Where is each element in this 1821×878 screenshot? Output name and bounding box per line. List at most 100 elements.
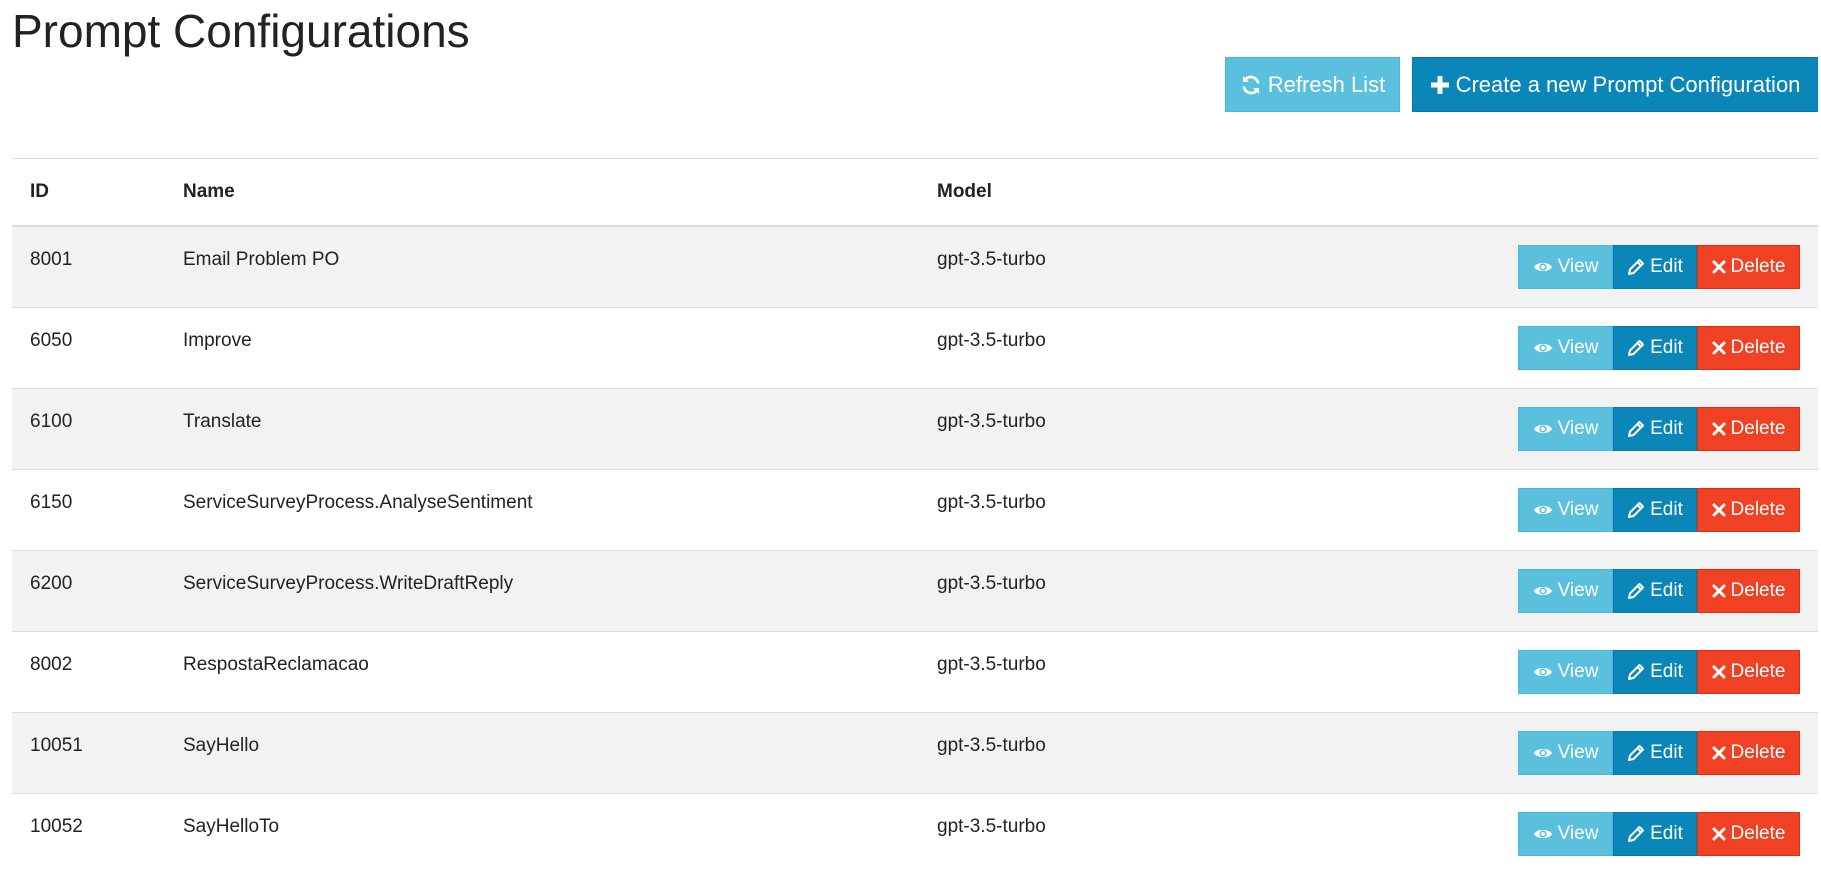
create-prompt-configuration-label: Create a new Prompt Configuration [1455, 71, 1801, 97]
cell-id: 6150 [12, 468, 183, 550]
toolbar: Refresh List Create a new Prompt Configu… [1225, 57, 1818, 112]
refresh-icon [1240, 74, 1262, 96]
eye-icon [1533, 584, 1553, 598]
cell-actions: View Edit Delete [1437, 792, 1818, 874]
pencil-icon [1627, 825, 1645, 843]
close-icon [1712, 665, 1726, 679]
edit-button[interactable]: Edit [1613, 649, 1697, 694]
pencil-icon [1627, 339, 1645, 357]
table-row: 10051 SayHello gpt-3.5-turbo View Edit D… [12, 711, 1818, 793]
edit-button[interactable]: Edit [1613, 811, 1697, 856]
delete-label: Delete [1730, 256, 1786, 277]
row-actions: View Edit Delete [1518, 245, 1800, 289]
view-label: View [1557, 336, 1599, 358]
cell-name: SayHelloTo [183, 792, 937, 874]
pencil-icon [1627, 420, 1645, 438]
edit-button[interactable]: Edit [1613, 325, 1697, 370]
edit-label: Edit [1650, 579, 1683, 601]
edit-label: Edit [1650, 417, 1683, 439]
delete-label: Delete [1730, 741, 1786, 763]
column-header-actions [1437, 158, 1818, 227]
edit-button[interactable]: Edit [1613, 730, 1697, 775]
eye-icon [1533, 341, 1553, 355]
row-actions: View Edit Delete [1518, 568, 1800, 613]
delete-button[interactable]: Delete [1697, 568, 1800, 613]
edit-button[interactable]: Edit [1613, 487, 1697, 532]
close-icon [1712, 503, 1726, 517]
pencil-icon [1627, 663, 1645, 681]
eye-icon [1533, 827, 1553, 841]
cell-model: gpt-3.5-turbo [937, 630, 1437, 712]
cell-id: 6050 [12, 306, 183, 388]
edit-label: Edit [1650, 498, 1683, 520]
cell-id: 8001 [12, 225, 183, 307]
edit-label: Edit [1650, 336, 1683, 358]
cell-model: gpt-3.5-turbo [937, 711, 1437, 793]
edit-button[interactable]: Edit [1613, 406, 1697, 451]
view-label: View [1557, 417, 1599, 439]
row-actions: View Edit Delete [1518, 406, 1800, 451]
view-button[interactable]: View [1518, 487, 1613, 532]
view-button[interactable]: View [1518, 811, 1613, 856]
delete-label: Delete [1730, 336, 1786, 358]
edit-label: Edit [1650, 256, 1683, 277]
delete-label: Delete [1730, 822, 1786, 844]
eye-icon [1533, 260, 1553, 274]
delete-button[interactable]: Delete [1697, 487, 1800, 532]
table-row: 10052 SayHelloTo gpt-3.5-turbo View Edit… [12, 792, 1818, 874]
cell-name: ServiceSurveyProcess.AnalyseSentiment [183, 468, 937, 550]
pencil-icon [1627, 258, 1645, 276]
close-icon [1712, 827, 1726, 841]
plus-icon [1430, 75, 1450, 95]
view-button[interactable]: View [1518, 649, 1613, 694]
eye-icon [1533, 503, 1553, 517]
cell-id: 8002 [12, 630, 183, 712]
delete-label: Delete [1730, 579, 1786, 601]
table-row: 6200 ServiceSurveyProcess.WriteDraftRepl… [12, 549, 1818, 631]
table-row: 6150 ServiceSurveyProcess.AnalyseSentime… [12, 468, 1818, 550]
delete-label: Delete [1730, 498, 1786, 520]
cell-name: Improve [183, 306, 937, 388]
cell-name: SayHello [183, 711, 937, 793]
delete-button[interactable]: Delete [1697, 649, 1800, 694]
cell-id: 6100 [12, 387, 183, 469]
view-button[interactable]: View [1518, 568, 1613, 613]
table-row: 8001 Email Problem PO gpt-3.5-turbo View [12, 225, 1818, 307]
cell-actions: View Edit Delete [1437, 387, 1818, 469]
create-prompt-configuration-button[interactable]: Create a new Prompt Configuration [1412, 57, 1818, 112]
cell-actions: View Edit Delete [1437, 468, 1818, 550]
table-row: 8002 RespostaReclamacao gpt-3.5-turbo Vi… [12, 630, 1818, 712]
view-label: View [1557, 498, 1599, 520]
close-icon [1712, 341, 1726, 355]
column-header-id: ID [12, 158, 183, 227]
prompt-configurations-table: ID Name Model 8001 Email Problem PO gpt-… [12, 158, 1818, 874]
view-label: View [1557, 741, 1599, 763]
delete-button[interactable]: Delete [1697, 406, 1800, 451]
cell-actions: View Edit Delete [1437, 225, 1818, 307]
delete-button[interactable]: Delete [1697, 325, 1800, 370]
close-icon [1712, 584, 1726, 598]
edit-label: Edit [1650, 741, 1683, 763]
view-button[interactable]: View [1518, 325, 1613, 370]
table-row: 6100 Translate gpt-3.5-turbo View Edit D… [12, 387, 1818, 469]
edit-button[interactable]: Edit [1613, 245, 1697, 289]
delete-button[interactable]: Delete [1697, 730, 1800, 775]
view-label: View [1557, 579, 1599, 601]
refresh-list-button[interactable]: Refresh List [1225, 57, 1400, 112]
view-button[interactable]: View [1518, 730, 1613, 775]
cell-name: Translate [183, 387, 937, 469]
table-row: 6050 Improve gpt-3.5-turbo View Edit Del… [12, 306, 1818, 388]
row-actions: View Edit Delete [1518, 730, 1800, 775]
eye-icon [1533, 665, 1553, 679]
row-actions: View Edit Delete [1518, 487, 1800, 532]
cell-actions: View Edit Delete [1437, 630, 1818, 712]
cell-name: Email Problem PO [183, 225, 937, 307]
delete-button[interactable]: Delete [1697, 245, 1800, 289]
close-icon [1712, 746, 1726, 760]
close-icon [1712, 260, 1726, 274]
view-button[interactable]: View [1518, 245, 1613, 289]
edit-button[interactable]: Edit [1613, 568, 1697, 613]
delete-button[interactable]: Delete [1697, 811, 1800, 856]
view-label: View [1557, 822, 1599, 844]
view-button[interactable]: View [1518, 406, 1613, 451]
